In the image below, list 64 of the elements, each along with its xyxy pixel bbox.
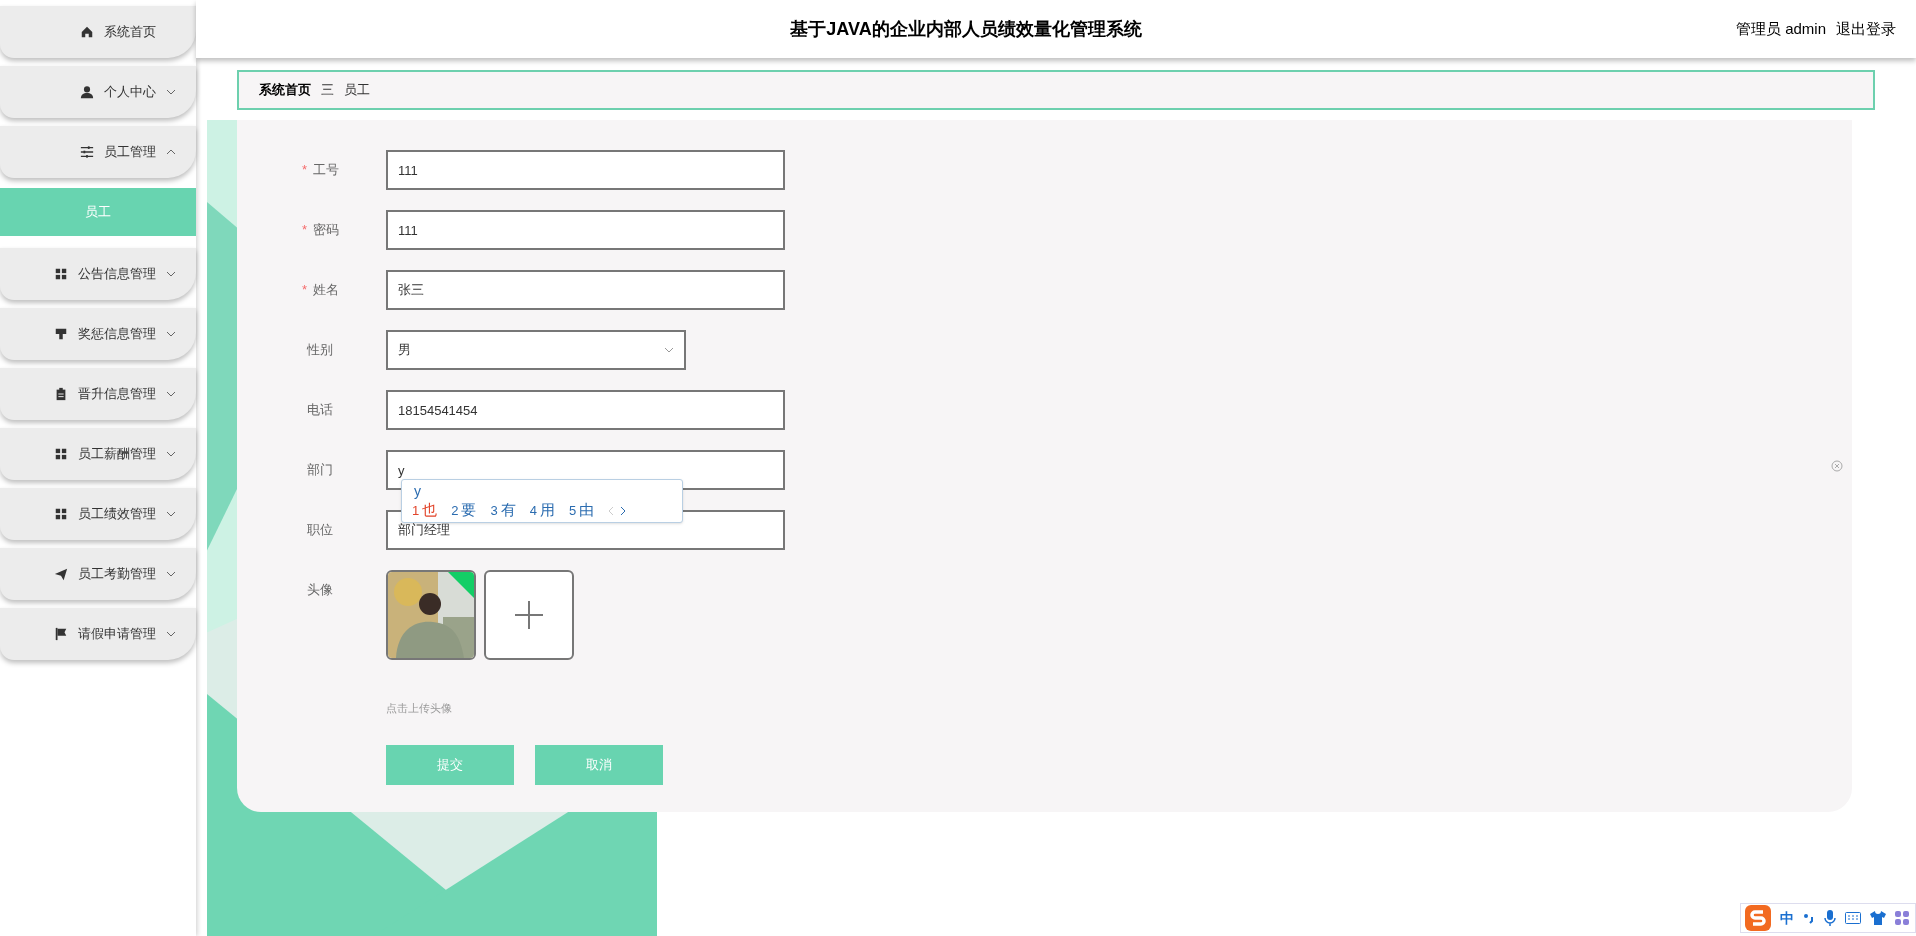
sign-icon	[54, 327, 68, 341]
sidebar-item[interactable]: 系统首页	[0, 6, 196, 58]
breadcrumb-separator: 三	[321, 81, 334, 100]
sidebar-item-label: 系统首页	[104, 23, 156, 42]
sidebar-item-label: 晋升信息管理	[78, 385, 156, 404]
sidebar-item[interactable]: 请假申请管理	[0, 608, 196, 660]
sliders-icon	[80, 145, 94, 159]
breadcrumb-link[interactable]: 员工	[344, 80, 370, 100]
next-page-icon[interactable]	[620, 505, 627, 516]
chevron-down-icon	[664, 347, 674, 353]
field-label: 性别	[307, 341, 333, 360]
keyboard-icon[interactable]	[1845, 912, 1861, 924]
sidebar-item[interactable]: 员工薪酬管理	[0, 428, 196, 480]
grid-icon	[54, 447, 68, 461]
required-mark: *	[302, 281, 308, 300]
sidebar-item[interactable]: 公告信息管理	[0, 248, 196, 300]
input-field[interactable]: 18154541454	[386, 390, 785, 430]
sidebar-item-label: 个人中心	[104, 83, 156, 102]
plus-icon	[515, 601, 543, 629]
sidebar-item[interactable]: 个人中心	[0, 66, 196, 118]
input-field[interactable]: 张三	[386, 270, 785, 310]
required-mark: *	[302, 161, 308, 180]
field-label: 姓名	[313, 281, 340, 300]
field-label: 头像	[307, 581, 333, 600]
required-mark: *	[302, 221, 308, 240]
flag-icon	[54, 627, 68, 641]
paper-plane-icon	[54, 567, 68, 581]
sidebar-item-label: 请假申请管理	[78, 625, 156, 644]
field-label: 部门	[307, 461, 333, 480]
sidebar-item[interactable]: 员工管理	[0, 126, 196, 178]
grid-icon	[54, 507, 68, 521]
ime-logo-icon[interactable]	[1745, 905, 1771, 931]
select-field[interactable]: 男	[386, 330, 686, 370]
system-title: 基于JAVA的企业内部人员绩效量化管理系统	[790, 18, 1142, 39]
sidebar-item[interactable]: 晋升信息管理	[0, 368, 196, 420]
upload-hint: 点击上传头像	[386, 701, 453, 716]
sidebar-item[interactable]: 员工绩效管理	[0, 488, 196, 540]
home-icon	[80, 25, 94, 39]
person-icon	[80, 85, 94, 99]
upload-button[interactable]	[484, 570, 574, 660]
user-label: 管理员 admin	[1735, 18, 1826, 39]
shirt-icon[interactable]	[1870, 911, 1886, 925]
sidebar-item-label: 公告信息管理	[78, 265, 156, 284]
field-label: 电话	[307, 401, 333, 420]
input-field[interactable]: 111	[386, 150, 785, 190]
sidebar-item-label: 员工薪酬管理	[78, 445, 156, 464]
sidebar-item[interactable]: 奖惩信息管理	[0, 308, 196, 360]
grid-icon[interactable]	[1895, 911, 1909, 925]
input-field[interactable]: 111	[386, 210, 785, 250]
sidebar-item[interactable]: 员工考勤管理	[0, 548, 196, 600]
breadcrumb-link[interactable]: 系统首页	[259, 80, 311, 100]
clipboard-icon	[54, 387, 68, 401]
punctuation-icon[interactable]	[1803, 911, 1815, 925]
field-label: 工号	[313, 161, 340, 180]
sidebar-item-label: 奖惩信息管理	[78, 325, 156, 344]
grid-icon	[54, 267, 68, 281]
sidebar-item-label: 员工管理	[104, 143, 156, 162]
logout-link[interactable]: 退出登录	[1836, 17, 1896, 41]
sidebar-item-label: 员工考勤管理	[78, 565, 156, 584]
field-label: 密码	[313, 221, 340, 240]
microphone-icon[interactable]	[1824, 910, 1836, 926]
input-mode-toggle[interactable]: 中	[1780, 907, 1794, 929]
sidebar-item-label: 员工绩效管理	[78, 505, 156, 524]
field-label: 职位	[307, 521, 333, 540]
